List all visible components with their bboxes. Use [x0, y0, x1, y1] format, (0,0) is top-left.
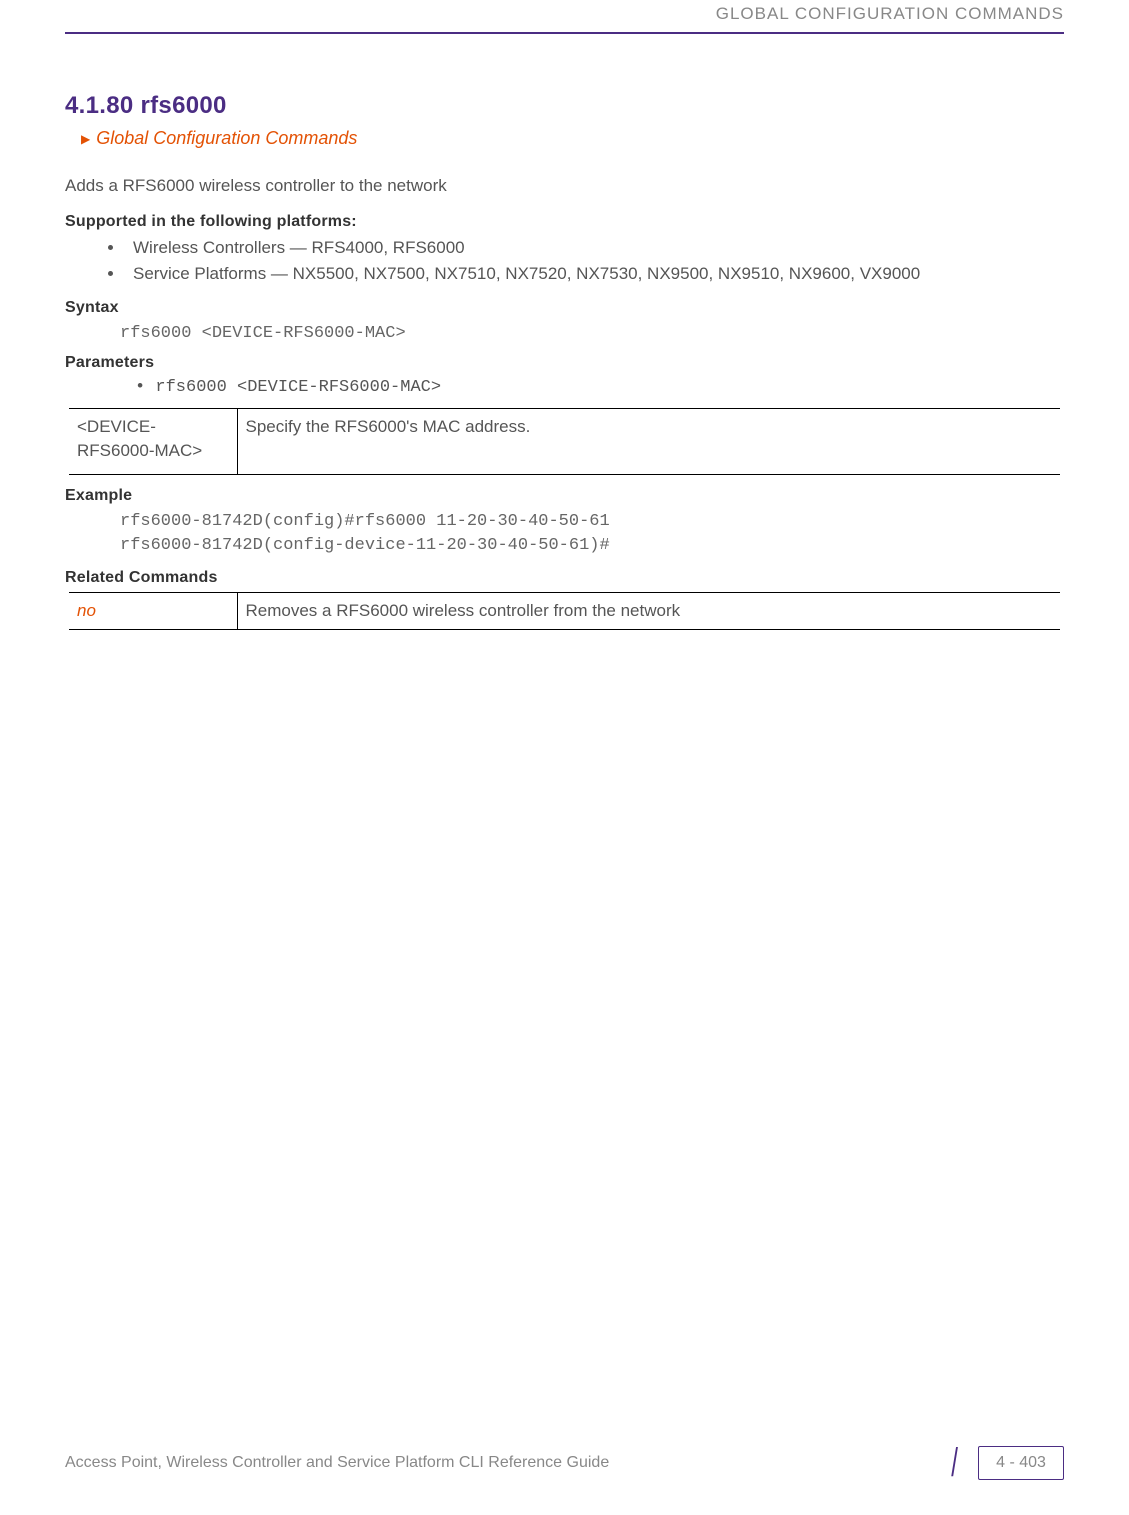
- related-desc: Removes a RFS6000 wireless controller fr…: [237, 592, 1060, 629]
- parameters-heading: Parameters: [65, 352, 1064, 374]
- intro-text: Adds a RFS6000 wireless controller to th…: [65, 174, 1064, 198]
- supported-list: Wireless Controllers — RFS4000, RFS6000 …: [65, 236, 1064, 286]
- page-number: 4 - 403: [996, 1452, 1046, 1474]
- slash-icon: /: [951, 1435, 958, 1491]
- example-heading: Example: [65, 485, 1064, 507]
- page-footer: Access Point, Wireless Controller and Se…: [65, 1435, 1064, 1491]
- section-title: 4.1.80 rfs6000: [65, 89, 1064, 123]
- table-row: <DEVICE-RFS6000-MAC> Specify the RFS6000…: [69, 408, 1060, 475]
- running-header: GLOBAL CONFIGURATION COMMANDS: [65, 0, 1064, 32]
- table-row: no Removes a RFS6000 wireless controller…: [69, 592, 1060, 629]
- param-desc: Specify the RFS6000's MAC address.: [237, 408, 1060, 475]
- footer-guide-title: Access Point, Wireless Controller and Se…: [65, 1452, 609, 1474]
- supported-heading: Supported in the following platforms:: [65, 211, 1064, 233]
- parameters-line: • rfs6000 <DEVICE-RFS6000-MAC>: [65, 376, 1064, 400]
- example-code: rfs6000-81742D(config)#rfs6000 11-20-30-…: [65, 510, 1064, 558]
- arrow-right-icon: ▶: [81, 131, 90, 148]
- related-cmd[interactable]: no: [69, 592, 237, 629]
- breadcrumb-label: Global Configuration Commands: [96, 126, 357, 151]
- page-number-box: 4 - 403: [978, 1446, 1064, 1480]
- list-item: Service Platforms — NX5500, NX7500, NX75…: [125, 262, 1064, 286]
- param-key: <DEVICE-RFS6000-MAC>: [69, 408, 237, 475]
- parameters-table: <DEVICE-RFS6000-MAC> Specify the RFS6000…: [69, 408, 1060, 476]
- syntax-heading: Syntax: [65, 297, 1064, 319]
- related-commands-table: no Removes a RFS6000 wireless controller…: [69, 592, 1060, 630]
- related-heading: Related Commands: [65, 567, 1064, 589]
- main-content: 4.1.80 rfs6000 ▶ Global Configuration Co…: [65, 34, 1064, 630]
- list-item: Wireless Controllers — RFS4000, RFS6000: [125, 236, 1064, 260]
- breadcrumb[interactable]: ▶ Global Configuration Commands: [65, 126, 1064, 151]
- syntax-code: rfs6000 <DEVICE-RFS6000-MAC>: [65, 322, 1064, 346]
